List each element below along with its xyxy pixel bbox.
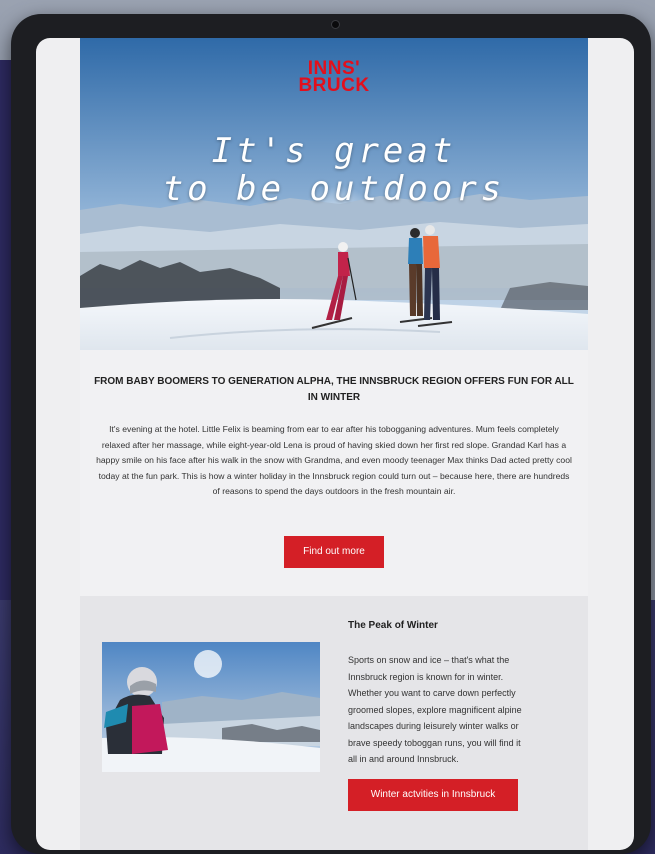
- tablet-device: INNS' BRUCK It's great to be outdoors FR…: [11, 14, 651, 854]
- feature-section: The Peak of Winter Sports on snow and ic…: [80, 596, 588, 850]
- hero-headline-line-2: to be outdoors: [162, 169, 506, 209]
- intro-title: FROM BABY BOOMERS TO GENERATION ALPHA, T…: [94, 376, 574, 403]
- intro-body: It's evening at the hotel. Little Felix …: [96, 424, 572, 496]
- hero-headline-line-1: It's great: [211, 131, 457, 171]
- child-skier-illustration: [102, 642, 320, 772]
- hero-image: INNS' BRUCK It's great to be outdoors: [80, 38, 588, 350]
- feature-image: [102, 642, 320, 772]
- tablet-screen: INNS' BRUCK It's great to be outdoors FR…: [36, 38, 634, 850]
- feature-body: Sports on snow and ice – that's what the…: [348, 655, 522, 764]
- newsletter-email: INNS' BRUCK It's great to be outdoors FR…: [80, 38, 588, 850]
- feature-title: The Peak of Winter: [348, 620, 438, 631]
- find-out-more-button[interactable]: Find out more: [284, 536, 384, 568]
- winter-activities-button[interactable]: Winter actvities in Innsbruck: [348, 779, 518, 811]
- logo-line-2: BRUCK: [298, 75, 370, 96]
- innsbruck-logo[interactable]: INNS' BRUCK: [80, 59, 588, 96]
- camera-icon: [331, 20, 340, 29]
- hero-headline: It's great to be outdoors: [80, 132, 588, 208]
